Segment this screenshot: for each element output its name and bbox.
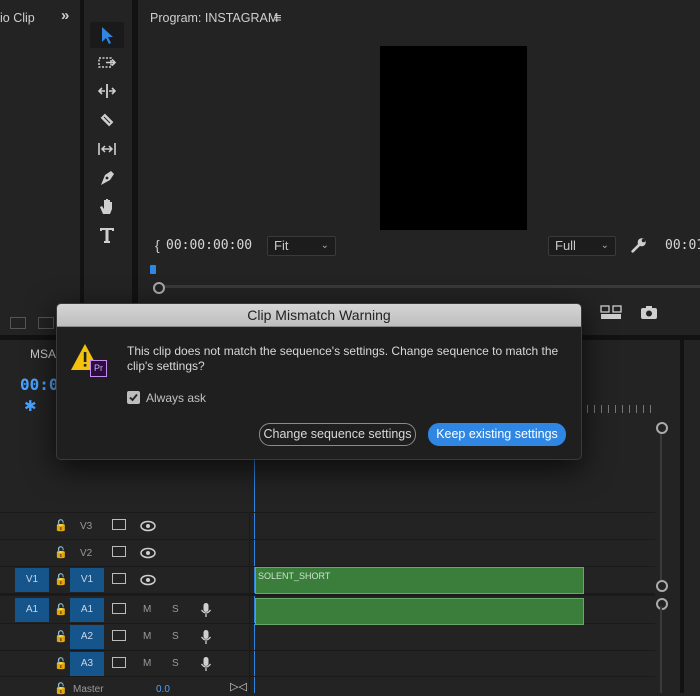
type-tool-icon[interactable] (90, 222, 124, 248)
track-row-a3: 🔓 A3 M S (0, 651, 249, 677)
monitor-playhead-icon[interactable] (150, 265, 156, 274)
microphone-icon[interactable] (200, 629, 214, 644)
always-ask-checkbox[interactable] (127, 391, 140, 404)
keep-existing-settings-button[interactable]: Keep existing settings (428, 423, 566, 446)
panel-tab-title[interactable]: io Clip (0, 11, 35, 25)
panel-expand-icon[interactable]: » (61, 7, 69, 24)
solo-button[interactable]: S (172, 658, 179, 669)
ripple-edit-tool-icon[interactable] (90, 78, 124, 104)
source-patch-v1[interactable]: V1 (15, 568, 49, 592)
dialog-title[interactable]: Clip Mismatch Warning (57, 304, 581, 327)
chevron-down-icon: ⌄ (320, 240, 329, 251)
zoom-level-dropdown[interactable]: Fit ⌄ (267, 236, 336, 256)
mute-button[interactable]: M (143, 631, 151, 642)
track-target-v1[interactable]: V1 (70, 568, 104, 592)
sync-lock-icon[interactable] (112, 630, 126, 641)
project-panel (0, 0, 80, 335)
sync-lock-icon[interactable] (112, 519, 126, 530)
snap-icon[interactable]: ✱ (24, 397, 37, 415)
dialog-message: This clip does not match the sequence's … (127, 344, 559, 373)
lock-icon[interactable]: 🔓 (54, 657, 68, 671)
program-monitor-title[interactable]: Program: INSTAGRAM (150, 11, 278, 25)
track-row-v2: 🔓 V2 (0, 540, 249, 566)
compare-view-icon[interactable] (600, 304, 622, 325)
track-row-a1: A1 🔓 A1 M S (0, 597, 249, 623)
export-frame-icon[interactable] (640, 305, 658, 325)
sync-lock-icon[interactable] (112, 546, 126, 557)
transport-button-icon[interactable] (38, 317, 54, 329)
track-target-a2[interactable]: A2 (70, 625, 104, 649)
side-panel (684, 340, 700, 693)
track-target-a3[interactable]: A3 (70, 652, 104, 676)
audio-scroll-handle-top[interactable] (656, 598, 668, 610)
sequence-timecode[interactable]: 00:0 (20, 375, 59, 394)
video-clip-label: SOLENT_SHORT (258, 571, 331, 581)
settings-wrench-icon[interactable] (630, 236, 648, 259)
hand-tool-icon[interactable] (90, 193, 124, 219)
eye-icon[interactable] (140, 546, 156, 560)
lock-icon[interactable]: 🔓 (54, 682, 68, 696)
mute-button[interactable]: M (143, 658, 151, 669)
eye-icon[interactable] (140, 519, 156, 533)
video-clip[interactable]: SOLENT_SHORT (255, 567, 584, 594)
chevron-down-icon: ⌄ (600, 240, 609, 251)
playhead-timecode[interactable]: 00:00:00:00 (166, 238, 252, 253)
timeline-ruler-ticks[interactable] (580, 405, 655, 413)
playback-resolution-dropdown[interactable]: Full ⌄ (548, 236, 616, 256)
solo-button[interactable]: S (172, 604, 179, 615)
duration-timecode: 00:01 (665, 238, 700, 253)
zoom-scroll-handle[interactable] (153, 282, 165, 294)
transport-button-icon[interactable] (10, 317, 26, 329)
master-track-label: Master (73, 684, 104, 695)
video-scroll-handle-top[interactable] (656, 422, 668, 434)
lock-icon[interactable]: 🔓 (54, 573, 68, 587)
clip-mismatch-dialog: Clip Mismatch Warning Pr This clip does … (56, 303, 582, 460)
track-name[interactable]: V3 (80, 521, 92, 532)
sync-lock-icon[interactable] (112, 573, 126, 584)
microphone-icon[interactable] (200, 656, 214, 671)
playback-resolution-value: Full (555, 238, 576, 253)
zoom-level-value: Fit (274, 238, 289, 253)
master-volume-value[interactable]: 0.0 (156, 684, 170, 695)
source-patch-a1[interactable]: A1 (15, 598, 49, 622)
mute-button[interactable]: M (143, 604, 151, 615)
track-name[interactable]: V2 (80, 548, 92, 559)
eye-icon[interactable] (140, 573, 156, 587)
always-ask-label[interactable]: Always ask (146, 391, 206, 405)
go-to-end-icon[interactable]: ▷◁ (230, 680, 247, 693)
sync-lock-icon[interactable] (112, 657, 126, 668)
pen-tool-icon[interactable] (90, 165, 124, 191)
slip-tool-icon[interactable] (90, 136, 124, 162)
vertical-scrollbar-track[interactable] (660, 430, 662, 580)
microphone-icon[interactable] (200, 602, 214, 617)
panel-menu-icon[interactable]: ≡ (274, 10, 282, 25)
change-sequence-settings-button[interactable]: Change sequence settings (259, 423, 416, 446)
lock-icon[interactable]: 🔓 (54, 519, 68, 533)
audio-clip[interactable] (255, 598, 584, 625)
track-target-a1[interactable]: A1 (70, 598, 104, 622)
audio-scrollbar-track[interactable] (660, 606, 662, 693)
premiere-badge-icon: Pr (90, 360, 107, 377)
solo-button[interactable]: S (172, 631, 179, 642)
track-row-v3: 🔓 V3 (0, 513, 249, 539)
sequence-tab[interactable]: MSA (30, 347, 56, 361)
lock-icon[interactable]: 🔓 (54, 630, 68, 644)
program-video-frame (380, 46, 527, 230)
playhead-marker-icon: { (155, 237, 160, 253)
lock-icon[interactable]: 🔓 (54, 546, 68, 560)
sync-lock-icon[interactable] (112, 603, 126, 614)
selection-tool-icon[interactable] (90, 22, 124, 48)
video-scroll-handle-bottom[interactable] (656, 580, 668, 592)
razor-tool-icon[interactable] (90, 107, 124, 133)
lock-icon[interactable]: 🔓 (54, 603, 68, 617)
track-select-tool-icon[interactable] (90, 50, 124, 76)
track-row-a2: 🔓 A2 M S (0, 624, 249, 650)
track-row-v1: V1 🔓 V1 (0, 567, 249, 593)
monitor-time-ruler[interactable] (158, 285, 700, 288)
